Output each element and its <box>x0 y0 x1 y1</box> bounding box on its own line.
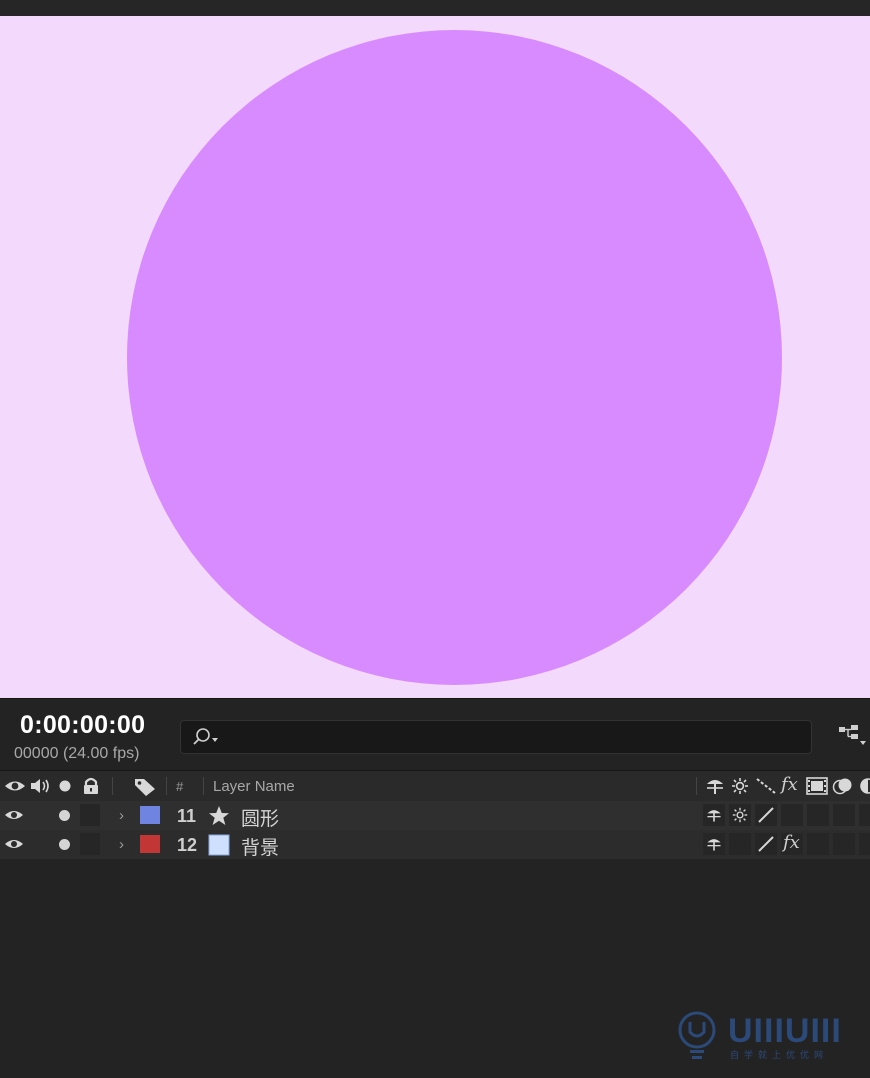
effects-fx-icon[interactable]: fx <box>781 774 798 795</box>
video-eye-icon[interactable] <box>4 777 26 795</box>
effects-switch[interactable] <box>781 804 803 826</box>
frame-blend-switch[interactable] <box>807 833 829 855</box>
lightbulb-logo-icon <box>678 1011 716 1059</box>
layer-label-color[interactable] <box>140 835 160 853</box>
lock-switch[interactable] <box>80 804 100 826</box>
motion-blur-switch[interactable] <box>833 804 855 826</box>
adjustment-layer-icon[interactable] <box>858 777 870 795</box>
layer-search-box[interactable] <box>180 720 812 754</box>
visibility-eye-icon[interactable] <box>4 808 24 822</box>
visibility-eye-icon[interactable] <box>4 837 24 851</box>
layer-row[interactable]: › 12 背景 fx <box>0 830 870 860</box>
quality-slash-icon[interactable] <box>755 777 777 795</box>
motion-blur-icon[interactable] <box>832 777 854 795</box>
layer-name[interactable]: 圆形 <box>241 804 279 831</box>
circle-shape[interactable] <box>127 30 782 685</box>
timeline-header: 0:00:00:00 00000 (24.00 fps) <box>0 698 870 771</box>
solo-dot-icon[interactable] <box>57 777 73 795</box>
solid-icon <box>208 834 230 856</box>
column-divider <box>696 777 697 795</box>
audio-speaker-icon[interactable] <box>29 777 53 795</box>
layer-number: 11 <box>177 806 197 826</box>
layer-search-input[interactable] <box>227 725 801 749</box>
watermark: UIIIUIII 自学就上优优网 <box>676 1010 866 1065</box>
shy-switch[interactable] <box>703 804 725 826</box>
expand-chevron-icon[interactable]: › <box>119 807 124 824</box>
collapse-sun-icon[interactable] <box>730 777 750 795</box>
effects-switch[interactable]: fx <box>781 832 803 855</box>
frame-info: 00000 (24.00 fps) <box>14 745 140 762</box>
shy-switch[interactable] <box>703 833 725 855</box>
star-icon <box>209 806 229 825</box>
lock-switch[interactable] <box>80 833 100 855</box>
label-tag-icon[interactable] <box>133 777 157 797</box>
layer-number-header[interactable]: # <box>176 779 183 794</box>
effects-fx-icon: fx <box>783 832 800 853</box>
quality-switch[interactable] <box>755 804 777 826</box>
column-divider <box>112 777 113 795</box>
flowchart-icon[interactable] <box>838 724 866 748</box>
shy-icon[interactable] <box>704 777 726 795</box>
column-divider <box>203 777 204 795</box>
adjustment-switch[interactable] <box>859 804 870 826</box>
frame-blend-switch[interactable] <box>807 804 829 826</box>
layer-row[interactable]: › 11 圆形 <box>0 801 870 831</box>
layer-column-header: # Layer Name fx <box>0 770 870 802</box>
search-icon[interactable] <box>191 727 221 747</box>
collapse-switch[interactable] <box>729 804 751 826</box>
adjustment-switch[interactable] <box>859 833 870 855</box>
layer-label-color[interactable] <box>140 806 160 824</box>
lock-icon[interactable] <box>81 777 101 795</box>
frame-blend-film-icon[interactable] <box>806 777 828 795</box>
column-divider <box>166 777 167 795</box>
motion-blur-switch[interactable] <box>833 833 855 855</box>
current-timecode[interactable]: 0:00:00:00 <box>20 711 145 740</box>
watermark-tagline: 自学就上优优网 <box>730 1050 829 1060</box>
composition-viewer[interactable] <box>0 16 870 698</box>
watermark-brand: UIIIUIII <box>728 1012 842 1050</box>
shy-icon <box>707 839 721 851</box>
top-chrome <box>0 0 870 17</box>
quality-switch[interactable] <box>755 833 777 855</box>
solo-switch[interactable] <box>59 810 70 821</box>
shy-icon <box>707 810 721 822</box>
quality-slash-icon <box>758 836 774 852</box>
quality-slash-icon <box>758 807 774 823</box>
layer-name[interactable]: 背景 <box>241 833 279 860</box>
expand-chevron-icon[interactable]: › <box>119 836 124 853</box>
collapse-sun-icon <box>732 807 748 823</box>
collapse-switch[interactable] <box>729 833 751 855</box>
layer-number: 12 <box>177 835 198 855</box>
solo-switch[interactable] <box>59 839 70 850</box>
layer-name-header[interactable]: Layer Name <box>213 778 295 795</box>
